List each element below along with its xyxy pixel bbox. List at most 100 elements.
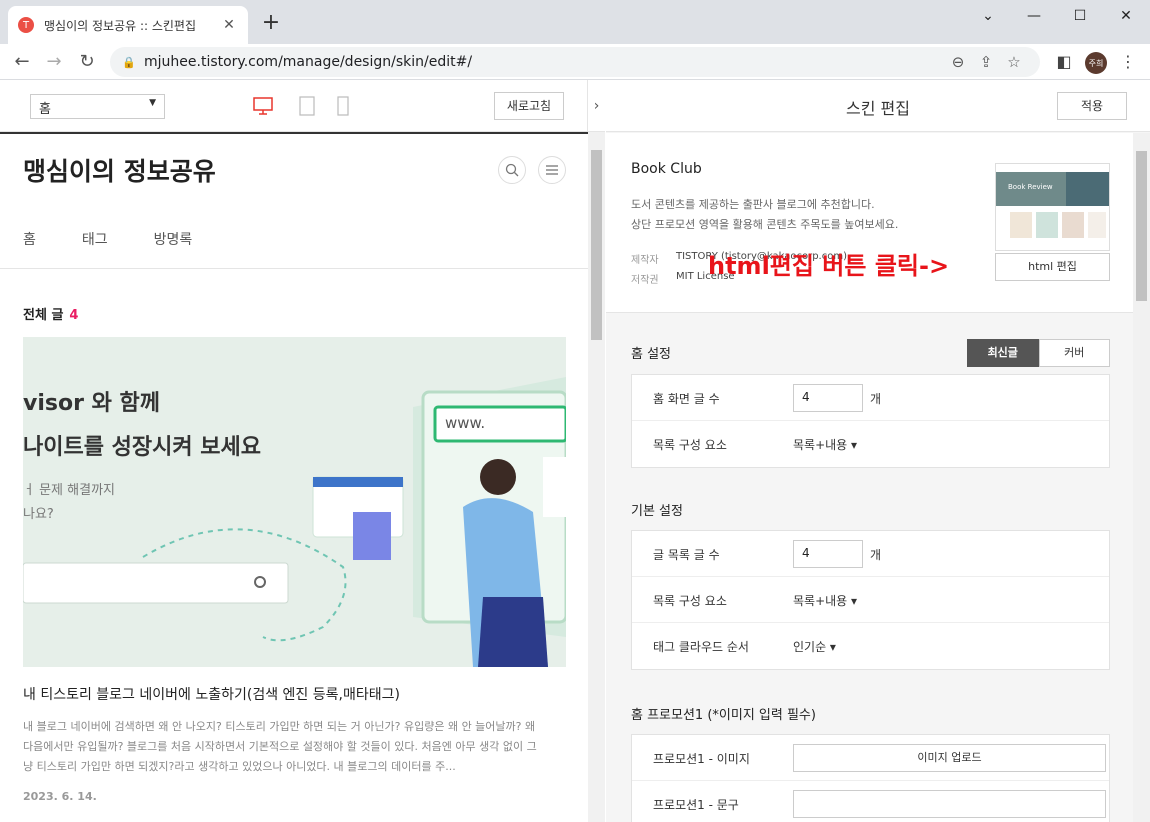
skin-thumbnail-caption: Book Review bbox=[1008, 183, 1053, 191]
post-excerpt: 내 블로그 네이버에 검색하면 왜 안 나오지? 티스토리 가입만 하면 되는 … bbox=[23, 720, 537, 773]
post-thumbnail[interactable]: visor 와 함께 나이트를 성장시켜 보세요 ㅓ 문제 해결까지 나요? w… bbox=[23, 337, 566, 667]
html-edit-button[interactable]: html 편집 bbox=[995, 253, 1110, 281]
row-label: 태그 클라우드 순서 bbox=[653, 640, 749, 654]
all-posts-count: 4 bbox=[69, 308, 79, 323]
seg-latest[interactable]: 최신글 bbox=[967, 339, 1039, 367]
editor-header: 스킨 편집 적용 bbox=[606, 80, 1150, 132]
seg-cover[interactable]: 커버 bbox=[1038, 339, 1110, 367]
post-title[interactable]: 내 티스토리 블로그 네이버에 노출하기(검색 엔진 등록,매타태그) bbox=[23, 684, 400, 704]
minimize-icon[interactable]: — bbox=[1014, 4, 1054, 28]
row-label: 프로모션1 - 이미지 bbox=[653, 752, 750, 766]
back-arrow-icon[interactable]: ← bbox=[10, 50, 34, 74]
nav-guestbook[interactable]: 방명록 bbox=[154, 229, 193, 249]
home-list-elements-select[interactable]: 목록+내용 ▾ bbox=[793, 436, 857, 453]
new-tab-icon[interactable]: + bbox=[260, 12, 282, 34]
close-window-icon[interactable]: ✕ bbox=[1106, 4, 1146, 28]
zoom-icon[interactable]: ⊖ bbox=[944, 53, 972, 71]
basic-settings-box: 글 목록 글 수 4 개 목록 구성 요소 목록+내용 ▾ 태그 클라우드 순서… bbox=[631, 530, 1110, 670]
hero-url-chip: www. bbox=[445, 414, 486, 432]
hero-text-1: visor 와 함께 bbox=[23, 391, 160, 416]
post-date: 2023. 6. 14. bbox=[23, 790, 97, 803]
skin-name: Book Club bbox=[631, 161, 702, 177]
nav-tag[interactable]: 태그 bbox=[82, 229, 108, 249]
browser-tab[interactable]: T 맹심이의 정보공유 :: 스킨편집 ✕ bbox=[8, 6, 248, 44]
image-upload-button[interactable]: 이미지 업로드 bbox=[793, 744, 1106, 772]
collapse-pane-chevron-icon[interactable]: › bbox=[587, 80, 605, 132]
share-icon[interactable]: ⇪ bbox=[972, 53, 1000, 71]
tab-strip: T 맹심이의 정보공유 :: 스킨편집 ✕ + ⌄ — ☐ ✕ bbox=[0, 0, 1150, 44]
home-settings-box: 홈 화면 글 수 4 개 목록 구성 요소 목록+내용 ▾ bbox=[631, 374, 1110, 468]
home-post-count-input[interactable]: 4 bbox=[793, 384, 863, 412]
skin-desc-line2: 상단 프로모션 영역을 활용해 콘텐츠 주목도를 높여보세요. bbox=[631, 218, 899, 231]
row-label: 글 목록 글 수 bbox=[653, 548, 720, 562]
row-unit: 개 bbox=[870, 548, 882, 562]
address-bar[interactable]: 🔒 mjuhee.tistory.com/manage/design/skin/… bbox=[110, 47, 1040, 77]
settings-row: 목록 구성 요소 목록+내용 ▾ bbox=[632, 421, 1109, 467]
settings-row: 홈 화면 글 수 4 개 bbox=[632, 375, 1109, 421]
tag-cloud-order-select[interactable]: 인기순 ▾ bbox=[793, 638, 836, 655]
close-tab-icon[interactable]: ✕ bbox=[220, 17, 238, 33]
profile-avatar[interactable]: 주희 bbox=[1085, 52, 1107, 74]
skin-thumbnail-graphic bbox=[996, 164, 1109, 250]
editor-scrollbar[interactable] bbox=[1133, 133, 1150, 822]
skin-description: 도서 콘텐츠를 제공하는 출판사 블로그에 추천합니다. 상단 프로모션 영역을… bbox=[631, 195, 898, 235]
hero-text-3: ㅓ 문제 해결까지 bbox=[23, 483, 115, 498]
forward-arrow-icon[interactable]: → bbox=[42, 50, 66, 74]
promo1-text-input[interactable] bbox=[793, 790, 1106, 818]
row-label: 목록 구성 요소 bbox=[653, 438, 727, 452]
preview-pane: 홈 ▼ 새로고침 › 맹심이의 정보공유 홈 태그 방명록 전체 글 4 vis… bbox=[0, 80, 605, 822]
license-label: 저작권 bbox=[631, 275, 659, 286]
annotation-text: html편집 버튼 클릭-> bbox=[708, 252, 950, 280]
tablet-icon[interactable] bbox=[297, 96, 317, 116]
settings-row: 목록 구성 요소 목록+내용 ▾ bbox=[632, 577, 1109, 623]
bookmark-star-icon[interactable]: ☆ bbox=[1000, 53, 1028, 71]
skin-editor-pane: 스킨 편집 적용 Book Club 도서 콘텐츠를 제공하는 출판사 블로그에… bbox=[606, 80, 1150, 822]
list-elements-select[interactable]: 목록+내용 ▾ bbox=[793, 592, 857, 609]
divider bbox=[0, 268, 588, 269]
caret-down-icon: ▼ bbox=[149, 98, 156, 108]
preview-toolbar: 홈 ▼ 새로고침 bbox=[0, 80, 605, 132]
nav-home[interactable]: 홈 bbox=[23, 229, 36, 249]
mobile-icon[interactable] bbox=[333, 96, 353, 116]
skin-desc-line1: 도서 콘텐츠를 제공하는 출판사 블로그에 추천합니다. bbox=[631, 198, 875, 211]
promo1-title: 홈 프로모션1 (*이미지 입력 필수) bbox=[631, 708, 816, 723]
promo1-box: 프로모션1 - 이미지 이미지 업로드 프로모션1 - 문구 bbox=[631, 734, 1110, 822]
settings-row: 태그 클라우드 순서 인기순 ▾ bbox=[632, 623, 1109, 669]
hamburger-menu-icon[interactable] bbox=[538, 156, 566, 184]
list-post-count-input[interactable]: 4 bbox=[793, 540, 863, 568]
lock-icon: 🔒 bbox=[122, 55, 136, 69]
hero-text-2: 나이트를 성장시켜 보세요 bbox=[23, 435, 261, 460]
skin-info-card: Book Club 도서 콘텐츠를 제공하는 출판사 블로그에 추천합니다. 상… bbox=[606, 133, 1133, 313]
settings-row: 프로모션1 - 이미지 이미지 업로드 bbox=[632, 735, 1109, 781]
row-label: 홈 화면 글 수 bbox=[653, 392, 720, 406]
hero-text-4: 나요? bbox=[23, 507, 54, 522]
preview-scrollbar[interactable] bbox=[588, 132, 605, 822]
refresh-button[interactable]: 새로고침 bbox=[494, 92, 564, 120]
maker-label: 제작자 bbox=[631, 255, 659, 266]
url-text: mjuhee.tistory.com/manage/design/skin/ed… bbox=[144, 54, 473, 70]
maximize-icon[interactable]: ☐ bbox=[1060, 4, 1100, 28]
side-panel-icon[interactable]: ◧ bbox=[1052, 50, 1076, 74]
scrollbar-thumb[interactable] bbox=[591, 150, 602, 340]
blog-title: 맹심이의 정보공유 bbox=[23, 157, 216, 186]
menu-dots-icon[interactable]: ⋮ bbox=[1116, 50, 1140, 74]
desktop-icon[interactable] bbox=[253, 96, 273, 116]
search-icon[interactable] bbox=[498, 156, 526, 184]
settings-row: 프로모션1 - 문구 bbox=[632, 781, 1109, 822]
tab-title: 맹심이의 정보공유 :: 스킨편집 bbox=[44, 18, 197, 33]
reload-icon[interactable]: ↻ bbox=[75, 50, 99, 74]
home-settings-title: 홈 설정 bbox=[631, 347, 672, 362]
scrollbar-thumb[interactable] bbox=[1136, 151, 1147, 301]
row-label: 목록 구성 요소 bbox=[653, 594, 727, 608]
tab-search-chevron-icon[interactable]: ⌄ bbox=[968, 4, 1008, 28]
tistory-favicon-icon: T bbox=[18, 17, 34, 33]
basic-settings-title: 기본 설정 bbox=[631, 504, 683, 519]
all-posts-heading: 전체 글 4 bbox=[23, 304, 78, 323]
browser-toolbar: ← → ↻ 🔒 mjuhee.tistory.com/manage/design… bbox=[0, 44, 1150, 80]
row-unit: 개 bbox=[870, 392, 882, 406]
blog-nav: 홈 태그 방명록 bbox=[23, 229, 238, 249]
row-label: 프로모션1 - 문구 bbox=[653, 798, 739, 812]
page-select[interactable]: 홈 ▼ bbox=[30, 94, 165, 119]
apply-button[interactable]: 적용 bbox=[1057, 92, 1127, 120]
all-posts-label: 전체 글 bbox=[23, 308, 64, 323]
